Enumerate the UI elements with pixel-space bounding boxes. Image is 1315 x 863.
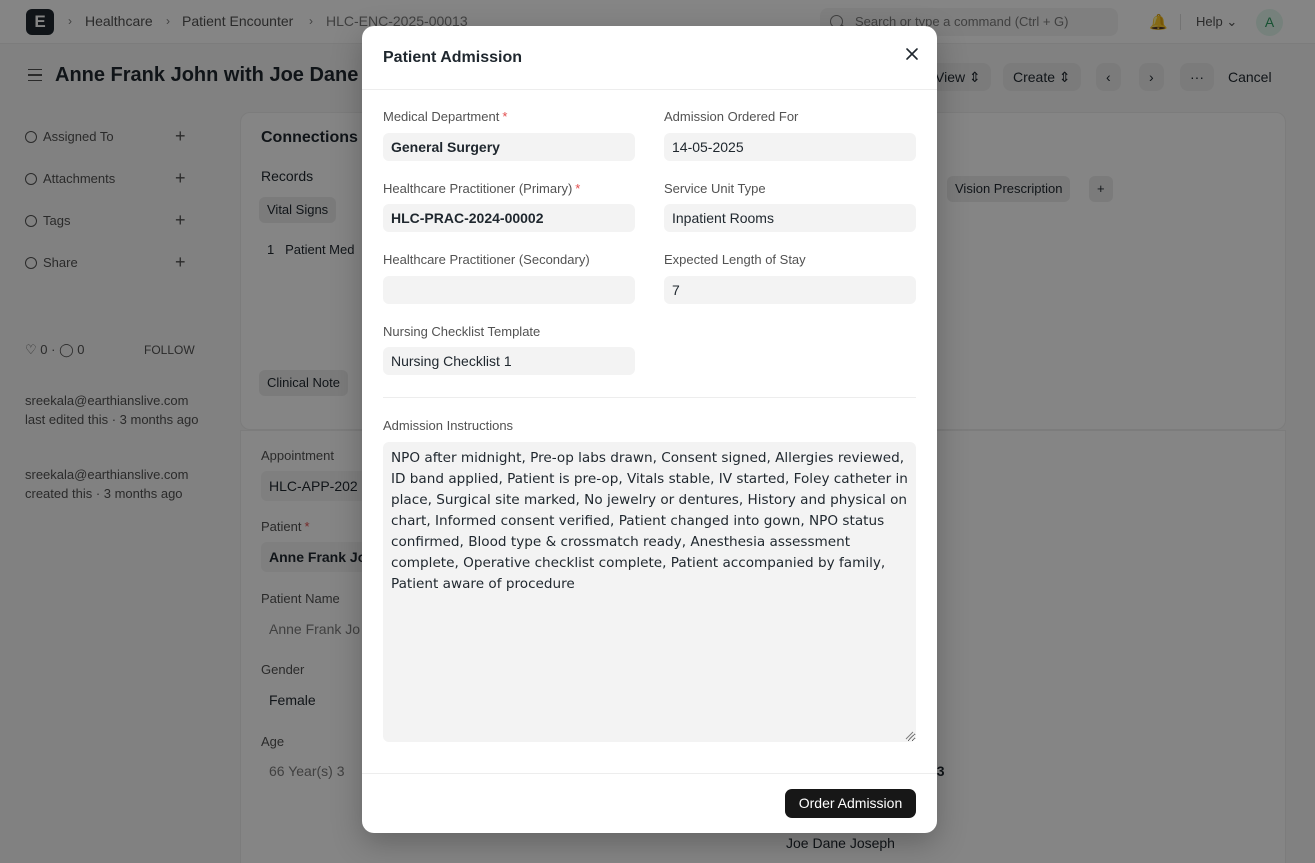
section-divider xyxy=(383,397,916,398)
admission-instructions-label: Admission Instructions xyxy=(383,418,514,433)
modal-footer: Order Admission xyxy=(362,773,937,833)
resize-handle-icon[interactable] xyxy=(904,730,914,740)
expected-length-of-stay-label: Expected Length of Stay xyxy=(664,252,806,267)
practitioner-primary-field[interactable]: HLC-PRAC-2024-00002 xyxy=(383,204,635,232)
medical-department-field[interactable]: General Surgery xyxy=(383,133,635,161)
required-marker: * xyxy=(575,181,581,196)
practitioner-secondary-label: Healthcare Practitioner (Secondary) xyxy=(383,252,590,267)
order-admission-button[interactable]: Order Admission xyxy=(785,789,916,818)
service-unit-type-label: Service Unit Type xyxy=(664,181,766,196)
modal-title: Patient Admission xyxy=(383,49,522,66)
medical-department-label: Medical Department * xyxy=(383,109,507,124)
nursing-checklist-template-field[interactable]: Nursing Checklist 1 xyxy=(383,347,635,375)
close-button[interactable] xyxy=(899,41,925,67)
service-unit-type-field[interactable]: Inpatient Rooms xyxy=(664,204,916,232)
medical-department-label-text: Medical Department xyxy=(383,109,500,124)
required-marker: * xyxy=(502,109,508,124)
practitioner-secondary-field[interactable] xyxy=(383,276,635,304)
expected-length-of-stay-field[interactable]: 7 xyxy=(664,276,916,304)
practitioner-primary-label-text: Healthcare Practitioner (Primary) xyxy=(383,181,573,196)
modal-header: Patient Admission xyxy=(362,26,937,90)
admission-instructions-textarea[interactable]: NPO after midnight, Pre-op labs drawn, C… xyxy=(383,442,916,742)
admission-ordered-for-field[interactable]: 14-05-2025 xyxy=(664,133,916,161)
patient-admission-dialog: Patient Admission Medical Department * Ge… xyxy=(362,26,937,833)
practitioner-primary-label: Healthcare Practitioner (Primary) * xyxy=(383,181,580,196)
nursing-checklist-template-label: Nursing Checklist Template xyxy=(383,324,541,339)
admission-ordered-for-label: Admission Ordered For xyxy=(664,109,799,124)
close-icon xyxy=(906,48,918,60)
